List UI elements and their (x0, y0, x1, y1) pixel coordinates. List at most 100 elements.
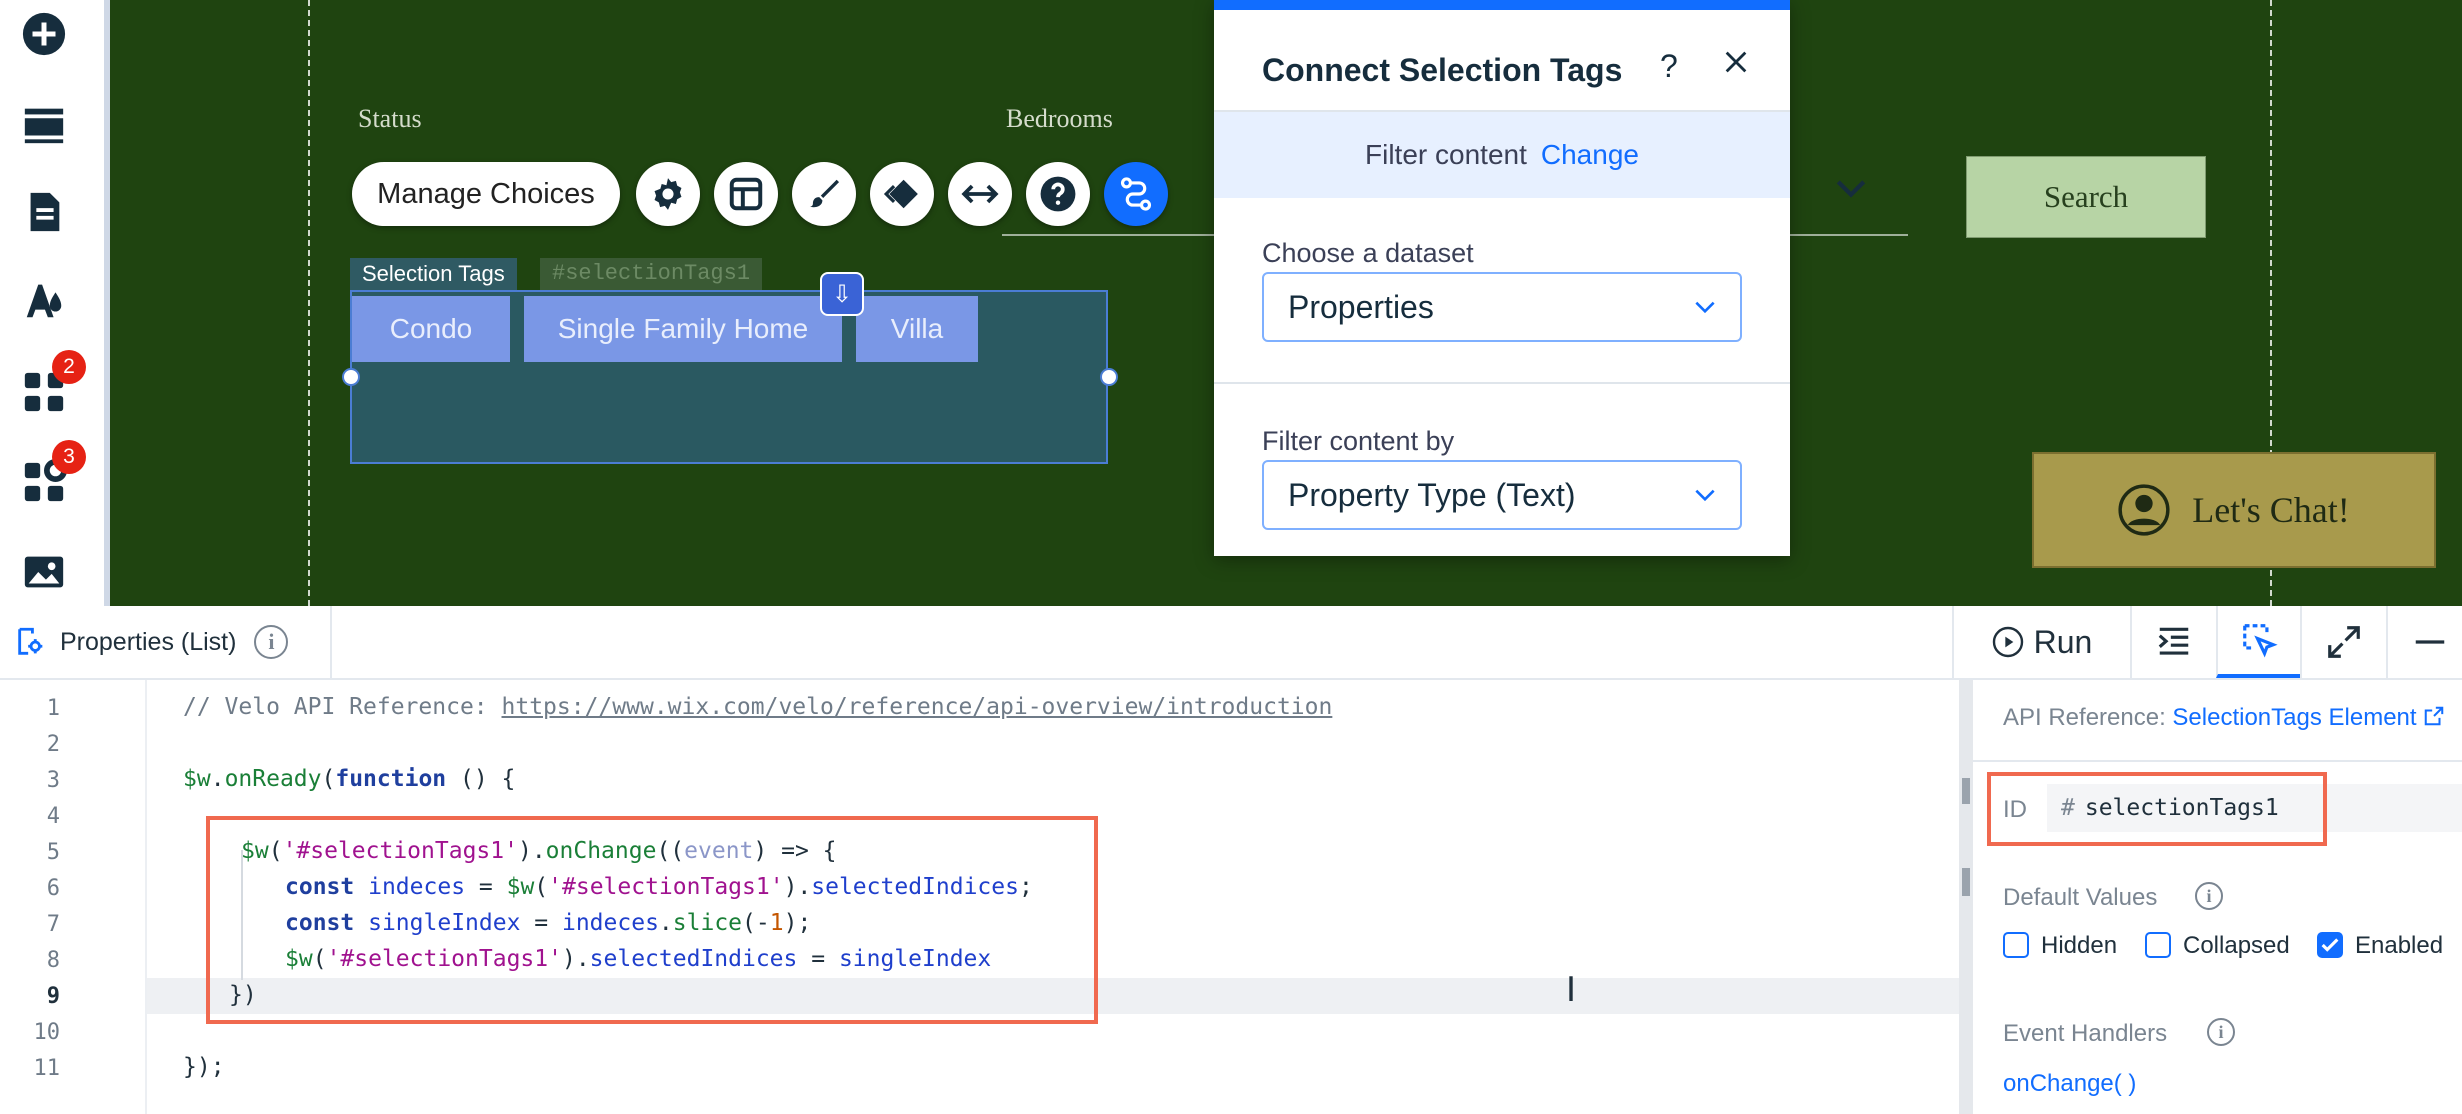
dataset-dropdown[interactable]: Properties (1262, 272, 1742, 342)
code-line-3: $w.onReady(function () { (183, 766, 516, 792)
stretch-horizontal-icon (961, 184, 999, 204)
api-reference: API Reference: SelectionTags Element (2003, 704, 2445, 732)
pages-icon (30, 192, 60, 232)
info-icon[interactable]: i (254, 625, 289, 659)
event-handlers-label: Event Handlers (2003, 1020, 2168, 1047)
business-tools-badge: 3 (52, 440, 86, 474)
sections-icon (24, 108, 64, 144)
format-code-button[interactable] (2130, 606, 2216, 678)
enabled-checkbox[interactable] (2317, 932, 2343, 958)
add-button[interactable] (16, 6, 72, 62)
help-icon (1040, 176, 1076, 212)
bedrooms-label: Bedrooms (1006, 104, 1113, 133)
code-panel-header: Properties (List) i Run (0, 606, 2462, 680)
filter-by-dropdown[interactable]: Property Type (Text) (1262, 460, 1742, 530)
collapsed-checkbox[interactable] (2145, 932, 2171, 958)
pages-button[interactable] (16, 184, 72, 240)
api-reference-label: API Reference: (2003, 704, 2166, 731)
panel-title: Connect Selection Tags (1262, 52, 1623, 88)
design-button[interactable] (792, 162, 856, 226)
business-tools-button[interactable]: 3 (16, 440, 86, 510)
theme-button[interactable] (16, 272, 72, 328)
file-tab[interactable]: Properties (List) i (0, 606, 332, 678)
filter-content-label: Filter content (1365, 139, 1527, 170)
indent-icon (2158, 627, 2189, 655)
chevron-down-icon (1695, 489, 1715, 502)
code-line-11: }); (183, 1054, 225, 1080)
maximize-button[interactable] (2300, 606, 2386, 678)
resize-handle-right[interactable] (1100, 368, 1118, 386)
paintbrush-icon (809, 179, 840, 208)
external-link-icon[interactable] (2423, 705, 2445, 727)
selection-tags-type-label: Selection Tags (350, 258, 517, 290)
connect-to-data-button[interactable] (1104, 162, 1168, 226)
change-link[interactable]: Change (1541, 139, 1639, 171)
id-highlight-annotation (1987, 772, 2327, 846)
dataset-value: Properties (1288, 288, 1434, 325)
line-number-gutter: 1 2 3 4 5 6 7 8 9 10 11 (0, 680, 147, 1114)
code-toolbar: Run (1952, 606, 2462, 678)
selection-tags-element[interactable]: Condo Single Family Home Villa (350, 290, 1108, 464)
bedrooms-chevron-down-icon[interactable] (1834, 176, 1868, 202)
filter-content-bar: Filter content Change (1214, 112, 1790, 198)
editor-scrollbar[interactable] (1959, 680, 1973, 1114)
line-number: 10 (33, 1020, 61, 1045)
tag-condo[interactable]: Condo (352, 296, 510, 362)
checkmark-icon (2321, 938, 2339, 952)
settings-button[interactable] (636, 162, 700, 226)
hidden-checkbox[interactable] (2003, 932, 2029, 958)
line-number: 1 (46, 696, 60, 721)
line-number-current: 9 (46, 984, 60, 1009)
stretch-handle-icon[interactable]: ⇩ (820, 272, 864, 316)
info-icon[interactable]: i (2195, 882, 2223, 910)
hidden-label: Hidden (2041, 932, 2118, 959)
add-icon (22, 12, 66, 56)
scrollbar-marker (1962, 868, 1970, 896)
filter-by-value: Property Type (Text) (1288, 476, 1576, 513)
search-button[interactable]: Search (1966, 156, 2206, 238)
code-highlight-annotation (206, 816, 1098, 1024)
run-button[interactable]: Run (1952, 606, 2130, 678)
line-number: 2 (46, 732, 60, 757)
scrollbar-marker (1962, 778, 1970, 804)
select-element-button[interactable] (2216, 606, 2300, 678)
line-number: 7 (46, 912, 60, 937)
close-button[interactable] (1722, 46, 1750, 85)
close-icon (1725, 51, 1747, 73)
collapsed-label: Collapsed (2183, 932, 2290, 959)
apps-badge: 2 (52, 350, 86, 384)
connect-data-icon (1120, 177, 1152, 211)
media-icon (24, 556, 64, 588)
code-line-1: // Velo API Reference: https://www.wix.c… (183, 694, 1333, 720)
apps-button[interactable]: 2 (16, 350, 86, 420)
lets-chat-label: Let's Chat! (2192, 490, 2350, 530)
onchange-handler-link[interactable]: onChange( ) (2003, 1070, 2136, 1098)
animation-icon (883, 179, 918, 209)
media-button[interactable] (16, 544, 72, 600)
choose-dataset-label: Choose a dataset (1262, 238, 1474, 268)
tag-villa[interactable]: Villa (856, 296, 978, 362)
sections-button[interactable] (16, 96, 72, 152)
expand-icon (2328, 626, 2360, 658)
stretch-button[interactable] (948, 162, 1012, 226)
line-number: 5 (46, 840, 60, 865)
connect-selection-tags-panel: Connect Selection Tags ? Filter content … (1214, 0, 1790, 556)
panel-section-divider (1214, 382, 1790, 384)
manage-choices-button[interactable]: Manage Choices (352, 162, 620, 226)
animation-button[interactable] (870, 162, 934, 226)
line-number: 6 (46, 876, 60, 901)
grid-guide-left (308, 0, 310, 606)
default-values-label: Default Values (2003, 884, 2158, 911)
run-label: Run (2033, 623, 2093, 660)
resize-handle-left[interactable] (342, 368, 360, 386)
theme-icon (26, 284, 62, 318)
panel-help-button[interactable]: ? (1660, 48, 1678, 85)
tag-single-family-home[interactable]: Single Family Home (524, 296, 842, 362)
layout-button[interactable] (714, 162, 778, 226)
info-icon[interactable]: i (2207, 1018, 2235, 1046)
minimize-button[interactable] (2386, 606, 2462, 678)
api-reference-link[interactable]: SelectionTags Element (2172, 704, 2416, 731)
help-button[interactable] (1026, 162, 1090, 226)
minimize-icon (2415, 640, 2445, 644)
lets-chat-button[interactable]: Let's Chat! (2032, 452, 2436, 568)
